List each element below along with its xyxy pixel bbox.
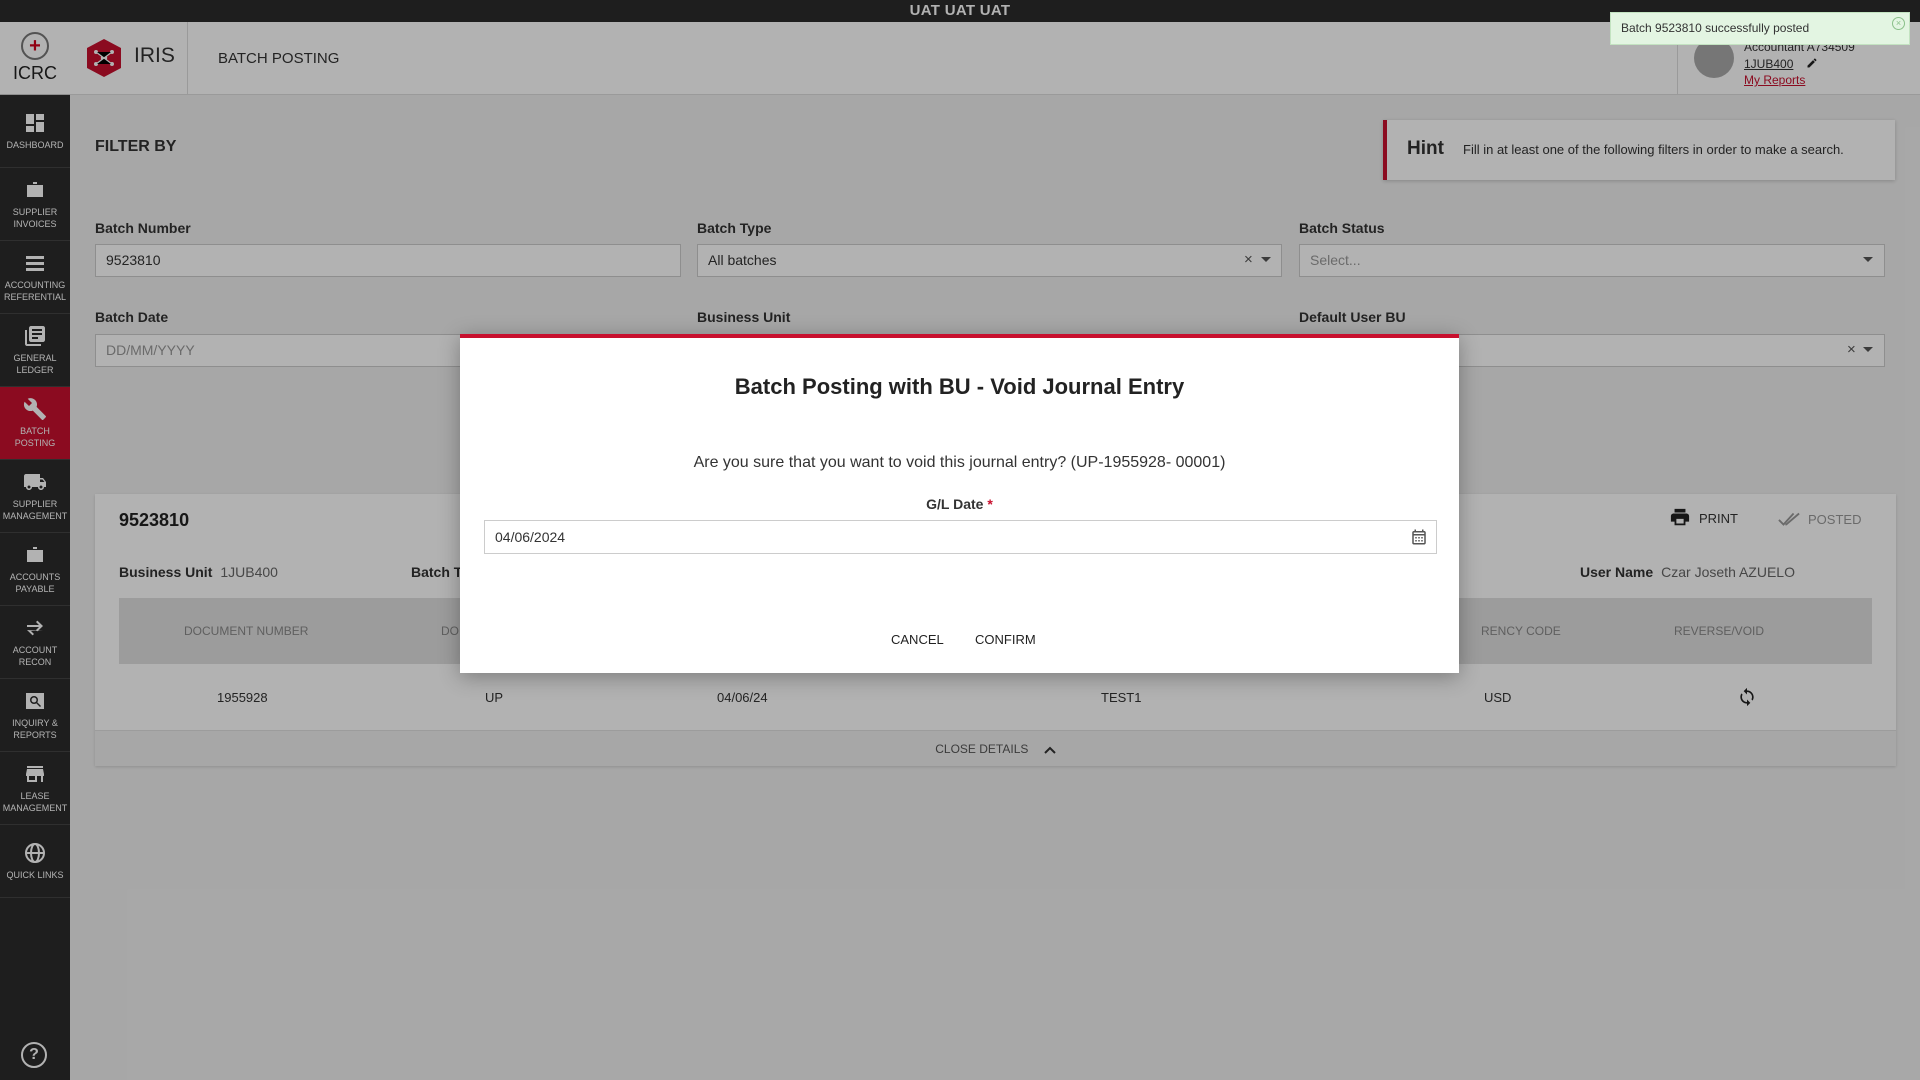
calendar-icon[interactable] [1410, 528, 1428, 546]
dialog-question: Are you sure that you want to void this … [693, 454, 1226, 471]
gl-date-value: 04/06/2024 [495, 529, 566, 545]
required-marker: * [987, 496, 993, 512]
void-journal-entry-dialog: Batch Posting with BU - Void Journal Ent… [460, 334, 1459, 673]
success-toast: Batch 9523810 successfully posted × [1610, 12, 1910, 45]
toast-close-icon[interactable]: × [1892, 17, 1905, 30]
confirm-button[interactable]: CONFIRM [975, 632, 1036, 647]
gl-date-label: G/L Date * [460, 496, 1459, 512]
cancel-button[interactable]: CANCEL [891, 632, 944, 647]
gl-date-label-text: G/L Date [926, 496, 984, 512]
dialog-title: Batch Posting with BU - Void Journal Ent… [734, 374, 1185, 399]
toast-message: Batch 9523810 successfully posted [1621, 21, 1810, 35]
gl-date-input[interactable]: 04/06/2024 [484, 520, 1437, 554]
